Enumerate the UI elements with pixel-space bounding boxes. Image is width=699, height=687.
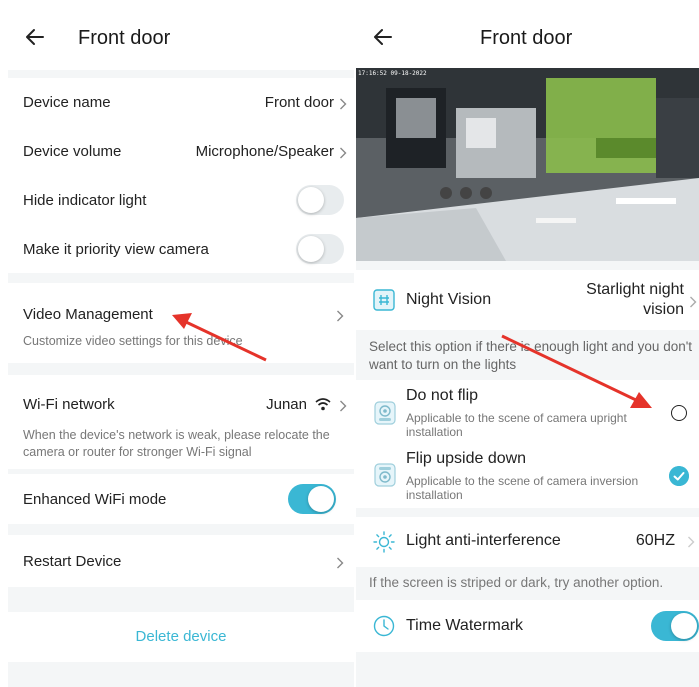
flip-upside-down-desc: Applicable to the scene of camera invers… bbox=[406, 474, 639, 502]
restart-device-label: Restart Device bbox=[23, 553, 122, 570]
night-vision-icon bbox=[373, 289, 395, 311]
priority-view-label: Make it priority view camera bbox=[23, 241, 209, 258]
video-management-desc: Customize video settings for this device bbox=[23, 334, 243, 348]
enhanced-wifi-row: Enhanced WiFi mode bbox=[8, 474, 354, 524]
chevron-right-icon bbox=[340, 400, 347, 412]
device-volume-label: Device volume bbox=[23, 143, 122, 160]
time-watermark-label: Time Watermark bbox=[406, 617, 524, 634]
camera-inverted-icon bbox=[374, 463, 396, 487]
hide-indicator-toggle[interactable] bbox=[296, 185, 344, 215]
device-volume-value: Microphone/Speaker bbox=[195, 143, 334, 160]
enhanced-wifi-toggle[interactable] bbox=[288, 484, 336, 514]
back-arrow-icon[interactable] bbox=[24, 26, 46, 48]
light-anti-interference-desc: If the screen is striped or dark, try an… bbox=[369, 575, 664, 590]
priority-view-toggle[interactable] bbox=[296, 234, 344, 264]
time-watermark-toggle[interactable] bbox=[651, 611, 699, 641]
camera-preview[interactable]: 17:16:52 09-18-2022 bbox=[356, 68, 699, 261]
do-not-flip-desc: Applicable to the scene of camera uprigh… bbox=[406, 411, 627, 439]
light-anti-interference-row[interactable]: Light anti-interference 60HZ bbox=[356, 517, 699, 567]
chevron-right-icon bbox=[337, 310, 344, 322]
camera-preview-image bbox=[356, 68, 699, 261]
chevron-right-icon bbox=[337, 557, 344, 569]
device-name-row[interactable]: Device name Front door bbox=[8, 78, 354, 126]
do-not-flip-radio[interactable] bbox=[671, 405, 687, 421]
flip-upside-down-label: Flip upside down bbox=[406, 450, 527, 467]
sun-icon bbox=[373, 531, 395, 553]
device-basic-section: Device name Front door Device volume Mic… bbox=[8, 78, 354, 273]
wifi-network-desc: When the device's network is weak, pleas… bbox=[23, 428, 330, 459]
device-volume-row[interactable]: Device volume Microphone/Speaker bbox=[8, 127, 354, 175]
video-management-row[interactable]: Video Management Customize video setting… bbox=[8, 283, 354, 363]
chevron-right-icon bbox=[340, 98, 347, 110]
light-anti-interference-value: 60HZ bbox=[635, 532, 675, 549]
chevron-right-icon bbox=[340, 147, 347, 159]
camera-upright-icon bbox=[374, 401, 396, 425]
wifi-network-label: Wi-Fi network bbox=[23, 396, 115, 413]
wifi-network-row[interactable]: Wi-Fi network Junan bbox=[8, 375, 354, 425]
chevron-right-icon bbox=[690, 296, 697, 308]
do-not-flip-option[interactable]: Do not flip Applicable to the scene of c… bbox=[356, 380, 699, 444]
chevron-right-icon bbox=[688, 536, 695, 548]
header: Front door bbox=[356, 0, 699, 70]
wifi-network-value: Junan bbox=[266, 396, 307, 413]
back-arrow-icon[interactable] bbox=[372, 26, 394, 48]
hide-indicator-row: Hide indicator light bbox=[8, 176, 354, 224]
hide-indicator-label: Hide indicator light bbox=[23, 192, 147, 209]
delete-device-button[interactable]: Delete device bbox=[8, 628, 354, 645]
flip-section: Do not flip Applicable to the scene of c… bbox=[356, 380, 699, 508]
wifi-section: Wi-Fi network Junan When the device's ne… bbox=[8, 375, 354, 469]
device-name-value: Front door bbox=[264, 94, 334, 111]
light-anti-interference-label: Light anti-interference bbox=[406, 532, 561, 549]
night-vision-value-line2: vision bbox=[643, 301, 684, 318]
video-management-label: Video Management bbox=[23, 306, 153, 323]
wifi-icon bbox=[315, 398, 331, 411]
delete-device-section: Delete device bbox=[8, 612, 354, 662]
priority-view-row: Make it priority view camera bbox=[8, 225, 354, 273]
flip-upside-down-option[interactable]: Flip upside down Applicable to the scene… bbox=[356, 444, 699, 508]
page-title: Front door bbox=[480, 27, 573, 49]
enhanced-wifi-label: Enhanced WiFi mode bbox=[23, 491, 167, 508]
night-vision-label: Night Vision bbox=[406, 291, 492, 308]
camera-settings-panel: Front door 17:16:52 09-18-2022 Night Vis… bbox=[356, 0, 699, 687]
device-name-label: Device name bbox=[23, 94, 111, 111]
night-vision-row[interactable]: Night Vision Starlight night vision bbox=[356, 270, 699, 330]
night-vision-desc: Select this option if there is enough li… bbox=[369, 339, 693, 372]
night-vision-value-line1: Starlight night bbox=[586, 281, 684, 298]
clock-icon bbox=[373, 615, 395, 637]
camera-timestamp: 17:16:52 09-18-2022 bbox=[358, 70, 427, 77]
do-not-flip-label: Do not flip bbox=[406, 387, 479, 404]
time-watermark-row: Time Watermark bbox=[356, 600, 699, 652]
page-title: Front door bbox=[78, 27, 171, 49]
check-icon[interactable] bbox=[669, 466, 689, 486]
header: Front door bbox=[8, 0, 354, 70]
device-settings-panel: Front door Device name Front door Device… bbox=[8, 0, 354, 687]
restart-device-row[interactable]: Restart Device bbox=[8, 535, 354, 587]
